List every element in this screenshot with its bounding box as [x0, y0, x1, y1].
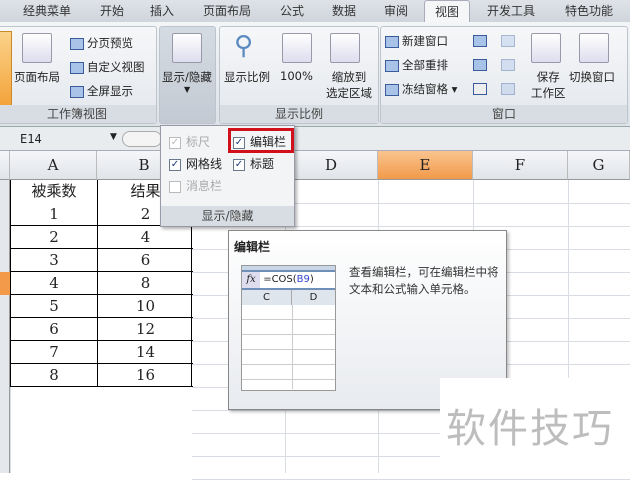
formula-bar-handle[interactable] [122, 131, 162, 147]
ribbon: 页面布局 分页预览 自定义视图 全屏显示 工作簿视图 显示/隐藏 ▼ ⚲ 显示比… [0, 22, 630, 127]
select-all-corner[interactable] [0, 151, 10, 180]
tab-view[interactable]: 视图 [424, 0, 470, 22]
arrange-all-button[interactable]: 全部重排 [385, 57, 448, 73]
full-screen-icon [70, 85, 84, 98]
ribbon-tabs: 经典菜单 开始 插入 页面布局 公式 数据 审阅 视图 开发工具 特色功能 [0, 0, 630, 22]
table-cell[interactable]: 1 [11, 203, 98, 226]
freeze-panes-button[interactable]: 冻结窗格 ▾ [385, 81, 457, 97]
switch-windows-icon [579, 33, 609, 63]
table-cell[interactable]: 6 [98, 249, 193, 272]
preview-formula-bar: fx =COS(B9) [242, 272, 335, 290]
normal-view-button[interactable] [0, 31, 12, 107]
freeze-icon [385, 83, 399, 96]
tab-data[interactable]: 数据 [322, 0, 366, 22]
magnifier-icon: ⚲ [234, 31, 254, 61]
table-cell[interactable]: 4 [98, 226, 193, 249]
unhide-icon[interactable] [473, 83, 487, 95]
formula-bar-checkbox[interactable]: ✓ 编辑栏 [233, 133, 286, 150]
table-cell[interactable]: 16 [98, 364, 193, 387]
save-workspace-button[interactable]: 保存 工作区 [531, 69, 566, 101]
group-zoom: ⚲ 显示比例 100% 缩放到 选定区域 显示比例 [219, 26, 379, 124]
new-window-button[interactable]: 新建窗口 [385, 33, 448, 49]
table-cell[interactable]: 10 [98, 295, 193, 318]
column-header-a[interactable]: A [10, 151, 97, 180]
table-cell[interactable]: 14 [98, 341, 193, 364]
watermark: 软件技巧 [440, 378, 630, 473]
tab-insert[interactable]: 插入 [140, 0, 184, 22]
group-label: 显示比例 [220, 105, 378, 123]
hide-icon[interactable] [473, 59, 487, 71]
name-box[interactable]: E14 [20, 132, 42, 146]
group-label: 窗口 [381, 105, 627, 123]
custom-view-icon [70, 61, 84, 74]
tooltip-description: 查看编辑栏，可在编辑栏中将文本和公式输入单元格。 [349, 265, 499, 296]
switch-windows-button[interactable]: 切换窗口 [569, 69, 615, 85]
page-layout-icon [22, 33, 52, 63]
full-screen-button[interactable]: 全屏显示 [70, 83, 133, 99]
formula-bar-row: E14 ▼ [0, 127, 630, 151]
table-cell[interactable]: 12 [98, 318, 193, 341]
tab-page-layout[interactable]: 页面布局 [194, 0, 260, 22]
show-hide-label: 显示/隐藏 [162, 70, 212, 84]
split-icon[interactable] [473, 35, 487, 47]
table-cell[interactable]: 8 [98, 272, 193, 295]
table-cell[interactable]: 5 [11, 295, 98, 318]
gridlines-checkbox[interactable]: ✓ 网格线 [169, 155, 222, 172]
show-hide-button[interactable]: 显示/隐藏 ▼ [159, 26, 216, 124]
tooltip-preview: fx =COS(B9) CD [241, 265, 336, 391]
tab-features[interactable]: 特色功能 [556, 0, 622, 22]
column-header-e[interactable]: E [378, 151, 473, 180]
page-break-icon [70, 37, 84, 50]
column-header-f[interactable]: F [473, 151, 568, 180]
table-cell[interactable]: 4 [11, 272, 98, 295]
row-header-selected[interactable] [0, 272, 10, 295]
side-by-side-icon[interactable] [501, 35, 515, 47]
ruler-checkbox[interactable]: ✓ 标尺 [169, 133, 210, 150]
table-cell[interactable]: 7 [11, 341, 98, 364]
tab-review[interactable]: 审阅 [374, 0, 418, 22]
reset-position-icon[interactable] [501, 83, 515, 95]
sync-scroll-icon[interactable] [501, 59, 515, 71]
header-cell[interactable]: 被乘数 [11, 180, 98, 203]
table-cell[interactable]: 3 [11, 249, 98, 272]
message-bar-checkbox[interactable]: 消息栏 [169, 177, 222, 194]
column-header-d[interactable]: D [285, 151, 378, 180]
zoom-selection-icon [330, 33, 360, 63]
zoom-100-icon [282, 33, 312, 63]
tab-home[interactable]: 开始 [90, 0, 134, 22]
row-headers[interactable] [0, 180, 10, 473]
panel-footer: 显示/隐藏 [161, 206, 294, 226]
column-header-g[interactable]: G [568, 151, 630, 180]
zoom-selection-button[interactable]: 缩放到 选定区域 [326, 69, 372, 101]
table-cell[interactable]: 6 [11, 318, 98, 341]
chevron-down-icon: ▼ [184, 85, 191, 94]
custom-view-button[interactable]: 自定义视图 [70, 59, 145, 75]
tab-developer[interactable]: 开发工具 [478, 0, 544, 22]
show-hide-dropdown: ✓ 标尺 ✓ 编辑栏 ✓ 网格线 ✓ 标题 消息栏 显示/隐藏 [160, 125, 295, 227]
group-label: 工作簿视图 [0, 105, 156, 123]
page-break-preview-button[interactable]: 分页预览 [70, 35, 133, 51]
table-cell[interactable]: 8 [11, 364, 98, 387]
headings-checkbox[interactable]: ✓ 标题 [233, 155, 274, 172]
tab-formulas[interactable]: 公式 [270, 0, 314, 22]
page-layout-button[interactable]: 页面布局 [14, 69, 60, 85]
group-workbook-views: 页面布局 分页预览 自定义视图 全屏显示 工作簿视图 [0, 26, 157, 124]
zoom-button[interactable]: 显示比例 [224, 69, 270, 85]
show-hide-icon [172, 33, 202, 63]
name-box-dropdown-icon[interactable]: ▼ [110, 132, 117, 142]
new-window-icon [385, 35, 399, 48]
table-cell[interactable]: 2 [11, 226, 98, 249]
group-window: 新建窗口 全部重排 冻结窗格 ▾ 保存 工作区 切换窗口 窗口 [380, 26, 628, 124]
save-workspace-icon [531, 33, 561, 63]
zoom-100-button[interactable]: 100% [280, 69, 313, 83]
tab-classic-menu[interactable]: 经典菜单 [14, 0, 80, 22]
tooltip-title: 编辑栏 [234, 240, 271, 254]
arrange-icon [385, 59, 399, 72]
